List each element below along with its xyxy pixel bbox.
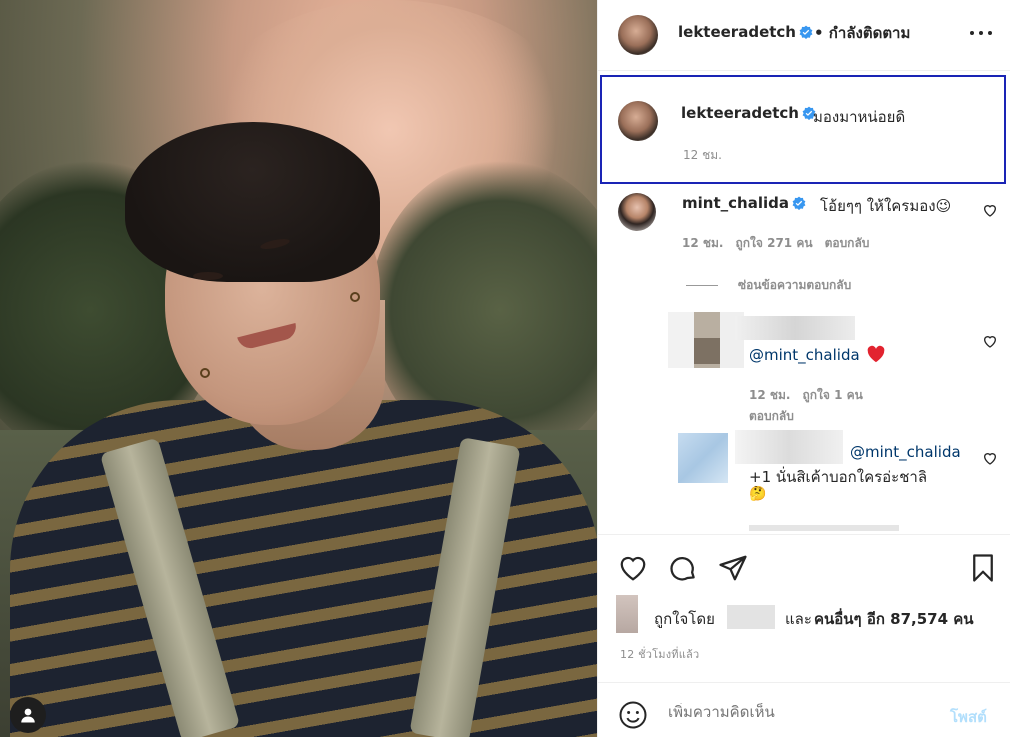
caption-time[interactable]: 12 ชม. xyxy=(683,146,722,165)
photo-hair xyxy=(125,122,380,282)
more-options-icon[interactable] xyxy=(970,22,992,44)
reply-time[interactable]: 12 ชม. xyxy=(749,388,791,402)
heart-icon[interactable] xyxy=(982,450,998,466)
post-photo[interactable] xyxy=(0,0,597,737)
photo-eye xyxy=(193,272,223,280)
mention-text[interactable]: @mint_chalida xyxy=(749,346,860,364)
username-blurred[interactable] xyxy=(735,316,855,340)
comment-reply-button[interactable]: ตอบกลับ xyxy=(825,236,870,250)
comment-username-text[interactable]: mint_chalida xyxy=(682,194,789,212)
reply-mention[interactable]: @mint_chalida xyxy=(749,345,886,364)
comment-input[interactable] xyxy=(668,703,928,721)
reply-likes[interactable]: ถูกใจ 1 คน xyxy=(803,388,863,402)
reply-button[interactable]: ตอบกลับ xyxy=(749,407,794,426)
avatar-blurred[interactable] xyxy=(616,595,638,633)
photo-earring xyxy=(350,292,360,302)
reply-meta: 12 ชม. ถูกใจ 1 คน xyxy=(749,386,875,405)
divider xyxy=(686,285,718,286)
username-blurred[interactable] xyxy=(735,430,843,464)
red-heart-emoji-icon xyxy=(867,345,885,363)
caption-username[interactable]: lekteeradetch xyxy=(681,104,816,122)
verified-badge-icon xyxy=(799,25,813,39)
avatar[interactable] xyxy=(618,101,658,141)
hide-replies-button[interactable]: ซ่อนข้อความตอบกลับ xyxy=(686,276,851,295)
reply-mention[interactable]: @mint_chalida xyxy=(850,443,961,461)
comment-icon[interactable] xyxy=(668,553,698,583)
hide-replies-label[interactable]: ซ่อนข้อความตอบกลับ xyxy=(738,278,851,292)
post-comment-button[interactable]: โพสต์ xyxy=(950,705,987,729)
post-actions-bar xyxy=(598,534,1010,604)
following-button[interactable]: • กำลังติดตาม xyxy=(814,21,910,45)
add-comment-bar: โพสต์ xyxy=(598,682,1010,737)
comment-time[interactable]: 12 ชม. xyxy=(682,236,724,250)
comment-meta: 12 ชม. ถูกใจ 271 คน ตอบกลับ xyxy=(682,234,881,253)
comment-text: โอ้ยๆๆ ให้ใครมอง😉 xyxy=(820,197,952,215)
comment-username[interactable]: mint_chalida xyxy=(682,194,806,212)
send-icon[interactable] xyxy=(718,553,748,583)
caption-username-text[interactable]: lekteeradetch xyxy=(681,104,799,122)
caption-text: มองมาหน่อยดิ xyxy=(813,108,906,126)
username-blurred[interactable] xyxy=(727,605,775,629)
post-caption: lekteeradetch มองมาหน่อยดิ 12 ชม. xyxy=(600,75,1006,184)
bookmark-icon[interactable] xyxy=(968,553,998,583)
photo-earring xyxy=(200,368,210,378)
avatar[interactable] xyxy=(618,15,658,55)
author-username[interactable]: lekteeradetch xyxy=(678,23,813,41)
reply-meta-faded xyxy=(749,525,899,531)
post-side-panel: lekteeradetch • กำลังติดตาม lekteeradetc… xyxy=(597,0,1010,737)
reply-text: +1 นั่นสิเค้าบอกใครอ่ะชาลิ xyxy=(749,468,928,486)
liked-by-label: ถูกใจโดย xyxy=(654,610,715,628)
post-header: lekteeradetch • กำลังติดตาม xyxy=(598,0,1010,71)
emoji-picker-icon[interactable] xyxy=(618,700,648,730)
user-icon xyxy=(21,708,35,723)
heart-icon[interactable] xyxy=(618,553,648,583)
verified-badge-icon xyxy=(792,196,806,210)
avatar[interactable] xyxy=(618,193,656,231)
others-likes-link[interactable]: คนอื่นๆ อีก 87,574 คน xyxy=(814,607,974,631)
tagged-user-button[interactable] xyxy=(10,697,46,733)
and-label: และ xyxy=(785,610,812,628)
avatar-blurred xyxy=(694,338,720,364)
author-username-text[interactable]: lekteeradetch xyxy=(678,23,796,41)
heart-icon[interactable] xyxy=(982,202,998,218)
thinking-emoji-icon: 🤔 xyxy=(749,486,767,502)
likes-summary: ถูกใจโดย และ คนอื่นๆ อีก 87,574 คน xyxy=(616,595,1010,635)
avatar-blurred[interactable] xyxy=(678,433,728,483)
heart-icon[interactable] xyxy=(982,333,998,349)
post-timestamp[interactable]: 12 ชั่วโมงที่แล้ว xyxy=(620,645,699,663)
comment-likes[interactable]: ถูกใจ 271 คน xyxy=(736,236,813,250)
comment-item: mint_chalida โอ้ยๆๆ ให้ใครมอง😉 12 ชม. ถูก… xyxy=(598,190,1010,270)
